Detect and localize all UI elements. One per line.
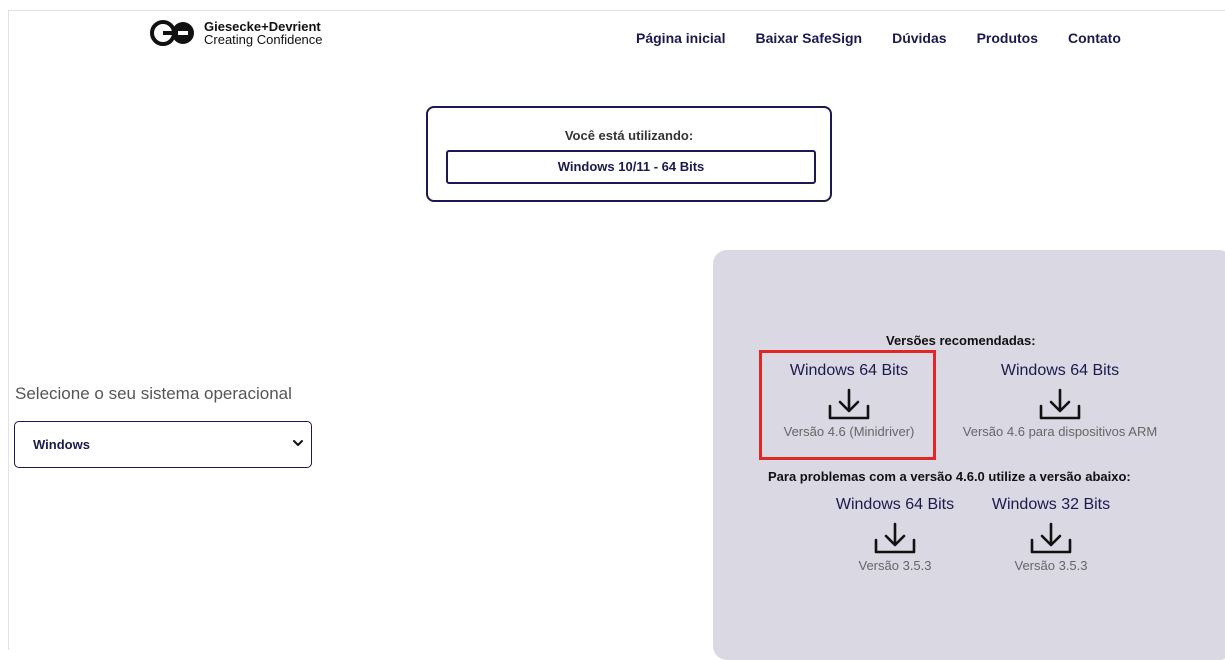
download-icon (874, 522, 916, 554)
os-select-value: Windows (33, 437, 90, 452)
download-win32-353[interactable]: Windows 32 Bits Versão 3.5.3 (936, 496, 1166, 573)
detected-os-box: Você está utilizando: Windows 10/11 - 64… (426, 106, 832, 202)
download-title: Windows 32 Bits (991, 496, 1111, 513)
os-select-dropdown[interactable]: Windows (14, 421, 312, 468)
brand-logo[interactable]: Giesecke+Devrient Creating Confidence (150, 20, 323, 46)
page-border-left (8, 10, 9, 650)
download-version: Versão 3.5.3 (1014, 558, 1088, 573)
brand-tagline: Creating Confidence (204, 32, 323, 47)
nav-faq[interactable]: Dúvidas (892, 30, 946, 46)
nav-home[interactable]: Página inicial (636, 30, 725, 46)
page-border-top (8, 10, 1225, 11)
fallback-title: Para problemas com a versão 4.6.0 utiliz… (768, 469, 1131, 484)
download-icon (1030, 522, 1072, 554)
nav-download-safesign[interactable]: Baixar SafeSign (755, 30, 862, 46)
download-title: Windows 64 Bits (1000, 362, 1120, 379)
nav-products[interactable]: Produtos (977, 30, 1038, 46)
os-select-label: Selecione o seu sistema operacional (15, 384, 292, 403)
main-nav: Página inicial Baixar SafeSign Dúvidas P… (636, 30, 1151, 46)
download-win64-arm[interactable]: Windows 64 Bits Versão 4.6 para disposit… (945, 362, 1175, 439)
nav-contact[interactable]: Contato (1068, 30, 1121, 46)
gd-logo-icon (150, 20, 194, 46)
detected-os-value: Windows 10/11 - 64 Bits (446, 150, 816, 184)
chevron-down-icon (293, 440, 303, 446)
detected-os-label: Você está utilizando: (564, 128, 694, 143)
download-version: Versão 4.6 para dispositivos ARM (962, 424, 1158, 439)
highlight-box (759, 350, 936, 460)
download-icon (1039, 388, 1081, 420)
recommended-title: Versões recomendadas: (886, 333, 1036, 348)
